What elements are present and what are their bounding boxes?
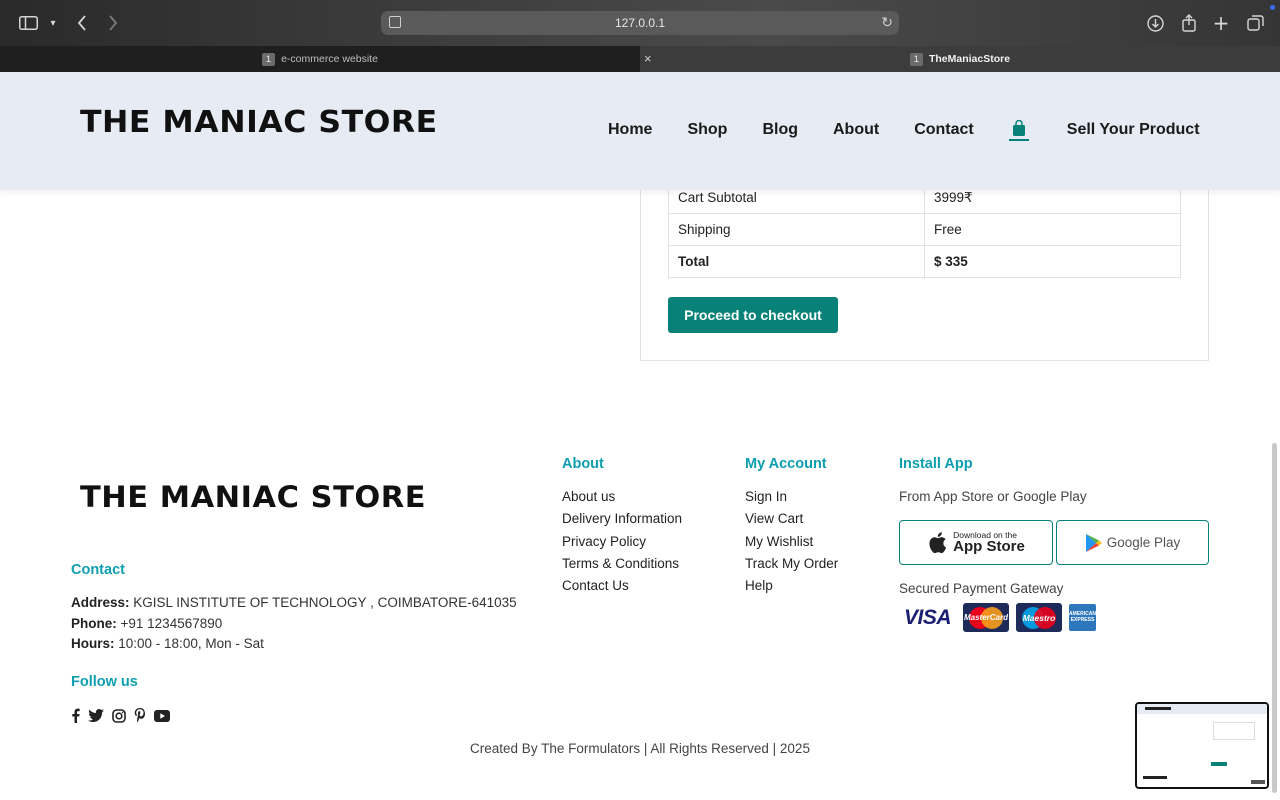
shopping-bag-icon[interactable]: [1008, 119, 1029, 141]
thumbnail-logo: [1145, 707, 1171, 710]
address-value: KGISL INSTITUTE OF TECHNOLOGY , COIMBATO…: [133, 595, 517, 610]
page-settings-icon[interactable]: [389, 16, 401, 28]
phone-label: Phone:: [71, 616, 117, 631]
nav-home[interactable]: Home: [608, 121, 652, 139]
track-my-order-link[interactable]: Track My Order: [745, 553, 838, 575]
notification-dot: [1270, 5, 1275, 10]
app-store-big-text: App Store: [953, 538, 1025, 556]
pinterest-icon[interactable]: [134, 708, 146, 723]
share-icon[interactable]: [1177, 12, 1201, 34]
new-tab-icon[interactable]: +: [1209, 11, 1233, 35]
delivery-information-link[interactable]: Delivery Information: [562, 508, 682, 530]
youtube-icon[interactable]: [154, 709, 170, 722]
hours-line: Hours: 10:00 - 18:00, Mon - Sat: [71, 636, 264, 651]
nav-blog[interactable]: Blog: [762, 121, 798, 139]
proceed-to-checkout-button[interactable]: Proceed to checkout: [668, 297, 838, 333]
apple-icon: [929, 532, 947, 554]
hours-value: 10:00 - 18:00, Mon - Sat: [118, 636, 264, 651]
amex-logo: AMERICAN EXPRESS: [1069, 604, 1096, 631]
page-scrollbar[interactable]: [1272, 443, 1277, 793]
site-header: THE MANIAC STORE Home Shop Blog About Co…: [0, 72, 1280, 190]
forward-icon[interactable]: [101, 12, 125, 34]
google-play-button[interactable]: Google Play: [1056, 520, 1209, 565]
table-row: Total $ 335: [668, 245, 1181, 278]
payment-heading: Secured Payment Gateway: [899, 581, 1064, 596]
about-us-link[interactable]: About us: [562, 486, 682, 508]
google-play-icon: [1085, 533, 1102, 552]
maestro-logo: Maestro: [1016, 603, 1062, 632]
payment-logos: VISA MasterCard Maestro AMERICAN EXPRESS: [899, 603, 1103, 632]
install-app-text: From App Store or Google Play: [899, 489, 1087, 504]
table-row: Shipping Free: [668, 213, 1181, 246]
about-heading: About: [562, 456, 604, 472]
tab-strip: 1 e-commerce website 1 TheManiacStore: [0, 46, 1280, 72]
cart-totals-table: Cart Subtotal 3999₹ Shipping Free Total …: [668, 181, 1181, 278]
facebook-icon[interactable]: [71, 708, 80, 723]
thumbnail-button: [1211, 762, 1227, 766]
address-label: Address:: [71, 595, 130, 610]
my-account-heading: My Account: [745, 456, 827, 472]
thumbnail-scroll-indicator: [1251, 780, 1265, 784]
privacy-policy-link[interactable]: Privacy Policy: [562, 531, 682, 553]
back-icon[interactable]: [70, 12, 94, 34]
browser-toolbar: ▾ 127.0.0.1 ↻ +: [0, 0, 1280, 46]
follow-us-heading: Follow us: [71, 674, 138, 690]
install-app-heading: Install App: [899, 456, 973, 472]
sidebar-toggle-icon[interactable]: [16, 12, 40, 34]
chevron-down-icon[interactable]: ▾: [41, 12, 65, 34]
url-text: 127.0.0.1: [614, 16, 666, 30]
tab-title: e-commerce website: [281, 53, 378, 65]
help-link[interactable]: Help: [745, 575, 838, 597]
tab-ecommerce-website[interactable]: 1 e-commerce website: [0, 46, 640, 72]
my-wishlist-link[interactable]: My Wishlist: [745, 531, 838, 553]
contact-heading: Contact: [71, 562, 125, 578]
tab-themaniacstore[interactable]: 1 TheManiacStore: [640, 46, 1280, 72]
app-store-button[interactable]: Download on the App Store: [899, 520, 1053, 565]
total-value: $ 335: [924, 245, 1181, 278]
nav-contact[interactable]: Contact: [914, 121, 974, 139]
google-play-text: Google Play: [1106, 535, 1181, 550]
phone-line: Phone: +91 1234567890: [71, 616, 222, 631]
about-links: About us Delivery Information Privacy Po…: [562, 486, 682, 597]
mastercard-label: MasterCard: [963, 613, 1008, 622]
shipping-value: Free: [924, 213, 1181, 246]
mastercard-logo: MasterCard: [963, 603, 1009, 632]
tab-number-badge: 1: [262, 52, 276, 66]
address-bar[interactable]: 127.0.0.1 ↻: [381, 11, 899, 35]
footer-logo[interactable]: THE MANIAC STORE: [80, 480, 426, 514]
terms-conditions-link[interactable]: Terms & Conditions: [562, 553, 682, 575]
thumbnail-table: [1213, 722, 1255, 740]
account-links: Sign In View Cart My Wishlist Track My O…: [745, 486, 838, 597]
thumbnail-footer-logo: [1143, 776, 1167, 779]
shipping-label: Shipping: [668, 213, 925, 246]
page-preview-thumbnail[interactable]: [1135, 702, 1269, 789]
instagram-icon[interactable]: [112, 708, 126, 723]
nav-shop[interactable]: Shop: [687, 121, 727, 139]
total-label: Total: [668, 245, 925, 278]
app-store-text: Download on the App Store: [953, 531, 1025, 555]
hours-label: Hours:: [71, 636, 115, 651]
nav-sell-your-product[interactable]: Sell Your Product: [1067, 121, 1200, 139]
tab-title: TheManiacStore: [928, 53, 1011, 65]
nav-about[interactable]: About: [833, 121, 879, 139]
contact-us-link[interactable]: Contact Us: [562, 575, 682, 597]
social-icons: [71, 708, 178, 723]
tab-number-badge: 1: [909, 52, 923, 66]
close-tab-icon[interactable]: ×: [644, 51, 652, 66]
tab-overview-icon[interactable]: [1243, 12, 1267, 34]
maestro-label: Maestro: [1022, 612, 1056, 623]
phone-value: +91 1234567890: [120, 616, 223, 631]
view-cart-link[interactable]: View Cart: [745, 508, 838, 530]
reload-icon[interactable]: ↻: [881, 14, 893, 31]
sign-in-link[interactable]: Sign In: [745, 486, 838, 508]
copyright-text: Created By The Formulators | All Rights …: [470, 741, 810, 756]
visa-logo: VISA: [903, 605, 952, 629]
address-line: Address: KGISL INSTITUTE OF TECHNOLOGY ,…: [71, 595, 517, 610]
download-icon[interactable]: [1143, 12, 1167, 34]
twitter-icon[interactable]: [88, 709, 104, 722]
main-nav: Home Shop Blog About Contact Sell Your P…: [608, 119, 1200, 141]
header-logo[interactable]: THE MANIAC STORE: [80, 105, 438, 140]
